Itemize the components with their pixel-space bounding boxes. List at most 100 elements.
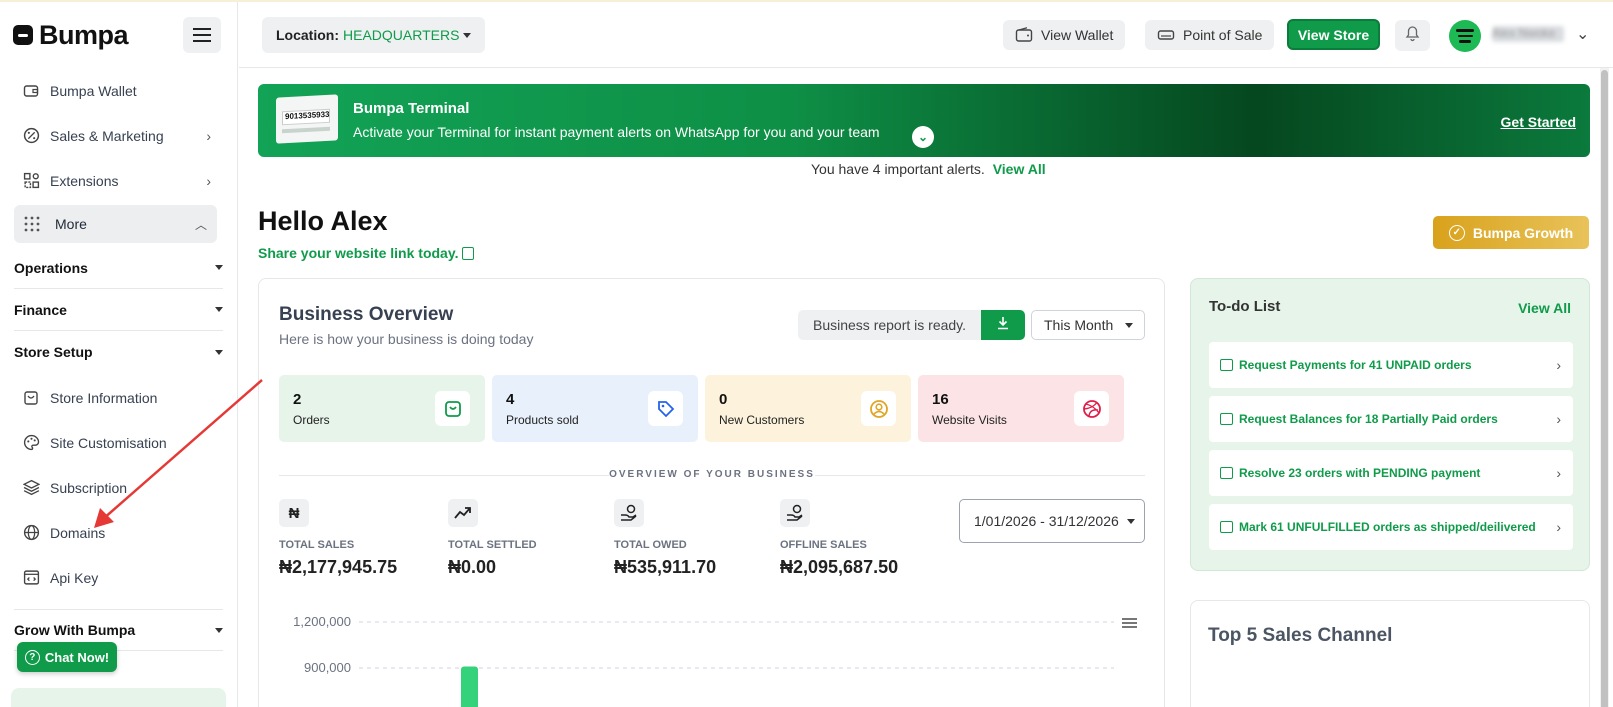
sidebar-item-label: Api Key [50, 569, 99, 586]
business-overview-card: Business Overview Here is how your busin… [258, 278, 1165, 707]
chevron-down-icon[interactable]: ⌄ [1576, 24, 1589, 44]
channels-title: Top 5 Sales Channel [1208, 625, 1393, 646]
view-wallet-button[interactable]: View Wallet [1003, 20, 1126, 50]
business-report: Business report is ready. [798, 310, 1026, 340]
todo-item[interactable]: Resolve 23 orders with PENDING payment › [1209, 450, 1573, 496]
caret-down-icon [463, 32, 472, 38]
todo-item[interactable]: Request Balances for 18 Partially Paid o… [1209, 396, 1573, 442]
copy-icon [462, 246, 475, 260]
sales-chart: 1,200,000 900,000 [293, 614, 1114, 707]
store-icon [22, 389, 40, 407]
view-store-button[interactable]: View Store [1287, 19, 1380, 50]
chevron-down-icon[interactable]: ⌄ [912, 126, 934, 148]
sidebar-bottom-card [11, 688, 226, 707]
scrollbar-thumb[interactable] [1601, 70, 1608, 707]
growth-label: Bumpa Growth [1472, 224, 1574, 241]
page-scrollbar[interactable] [1600, 68, 1609, 707]
brand-name: Bumpa [39, 19, 129, 50]
date-range-select[interactable]: 1/01/2026 - 31/12/2026 [959, 499, 1145, 543]
banner-title: Bumpa Terminal [353, 100, 470, 117]
sidebar: Bumpa Bumpa Wallet Sales & Marketing › E… [0, 2, 238, 707]
todo-item[interactable]: Request Payments for 41 UNPAID orders › [1209, 342, 1573, 388]
bag-icon [1220, 359, 1233, 371]
sidebar-item-sales-marketing[interactable]: Sales & Marketing › [0, 113, 237, 158]
sidebar-item-extensions[interactable]: Extensions › [0, 158, 237, 203]
sidebar-item-bumpa-wallet[interactable]: Bumpa Wallet [0, 68, 237, 113]
menu-toggle-button[interactable] [183, 17, 221, 53]
location-selector[interactable]: Location: HEADQUARTERS [262, 17, 486, 53]
wallet-icon [22, 82, 40, 100]
sidebar-item-api-key[interactable]: Api Key [0, 555, 237, 600]
get-started-link[interactable]: Get Started [1501, 114, 1576, 130]
section-label: Grow With Bumpa [14, 622, 136, 638]
sidebar-section-finance[interactable]: Finance [14, 289, 223, 331]
sidebar-item-label: Sales & Marketing [50, 127, 164, 144]
notifications-button[interactable] [1395, 20, 1430, 51]
bag-icon [1220, 521, 1233, 533]
dribbble-icon [1074, 391, 1109, 426]
sidebar-item-subscription[interactable]: Subscription [0, 465, 237, 510]
help-icon: ? [24, 649, 40, 665]
layers-icon [22, 479, 40, 497]
sidebar-section-operations[interactable]: Operations [14, 247, 223, 289]
sidebar-item-store-information[interactable]: Store Information [0, 375, 237, 420]
alerts-text: You have 4 important alerts. [811, 161, 985, 177]
stat-card-orders[interactable]: 2 Orders [279, 375, 485, 442]
logo-row: Bumpa [0, 2, 237, 68]
chevron-right-icon: › [206, 172, 211, 189]
bag-icon [1220, 467, 1233, 479]
alerts-view-all-link[interactable]: View All [993, 161, 1046, 177]
terminal-banner: 9013535933 Bumpa Terminal Activate your … [258, 84, 1590, 157]
report-status-text: Business report is ready. [798, 310, 982, 340]
caret-down-icon [1125, 322, 1134, 328]
hand-money-icon [614, 499, 644, 527]
pos-icon [1157, 27, 1175, 43]
code-icon [22, 569, 40, 587]
point-of-sale-button[interactable]: Point of Sale [1145, 20, 1275, 50]
chat-now-button[interactable]: ? Chat Now! [17, 642, 117, 672]
avatar[interactable] [1449, 20, 1481, 52]
location-value: HEADQUARTERS [343, 27, 460, 43]
share-website-link[interactable]: Share your website link today. [258, 245, 475, 261]
chart-y-tick-label: 900,000 [304, 660, 351, 675]
sidebar-section-store-setup[interactable]: Store Setup [14, 331, 223, 373]
alerts-notice: You have 4 important alerts. View All [811, 161, 1046, 177]
section-label: Finance [14, 301, 67, 318]
sidebar-item-label: Site Customisation [50, 434, 167, 451]
stat-card-products-sold[interactable]: 4 Products sold [492, 375, 698, 442]
bumpa-logo[interactable]: Bumpa [13, 19, 129, 51]
bag-icon [435, 391, 470, 426]
chart-bar[interactable] [461, 666, 478, 707]
metric-label: TOTAL SALES [279, 539, 355, 551]
metric-total-owed: TOTAL OWED ₦535,911.70 [614, 499, 716, 578]
metric-value: ₦2,177,945.75 [279, 557, 398, 577]
metric-label: TOTAL SETTLED [448, 539, 537, 551]
grid-dots-icon [23, 215, 41, 233]
caret-down-icon [215, 349, 223, 355]
bumpa-growth-button[interactable]: ✓ Bumpa Growth [1433, 216, 1589, 249]
metric-offline-sales: OFFLINE SALES ₦2,095,687.50 [780, 499, 898, 578]
todo-item-label: Request Payments for 41 UNPAID orders [1239, 358, 1472, 372]
sidebar-item-more[interactable]: More ︿ [14, 205, 217, 243]
chevron-right-icon: › [1556, 465, 1561, 481]
period-select[interactable]: This Month [1031, 310, 1145, 340]
download-report-button[interactable] [981, 310, 1026, 340]
check-circle-icon: ✓ [1448, 224, 1465, 241]
sidebar-item-domains[interactable]: Domains [0, 510, 237, 555]
point-of-sale-label: Point of Sale [1183, 27, 1263, 43]
stat-card-website-visits[interactable]: 16 Website Visits [918, 375, 1124, 442]
todo-view-all-link[interactable]: View All [1518, 300, 1571, 316]
todo-item[interactable]: Mark 61 UNFULFILLED orders as shipped/de… [1209, 504, 1573, 550]
stat-card-new-customers[interactable]: 0 New Customers [705, 375, 911, 442]
metric-total-sales: ₦ TOTAL SALES ₦2,177,945.75 [279, 499, 397, 578]
caret-down-icon [215, 307, 223, 312]
bell-icon [1404, 24, 1421, 47]
caret-down-icon [215, 265, 223, 270]
todo-title: To-do List [1209, 298, 1281, 315]
extensions-icon [22, 172, 40, 190]
todo-item-label: Request Balances for 18 Partially Paid o… [1239, 412, 1498, 426]
chart-y-tick-label: 1,200,000 [293, 614, 351, 629]
sidebar-item-site-customisation[interactable]: Site Customisation [0, 420, 237, 465]
chevron-up-icon: ︿ [194, 217, 207, 232]
section-label: Operations [14, 259, 88, 276]
